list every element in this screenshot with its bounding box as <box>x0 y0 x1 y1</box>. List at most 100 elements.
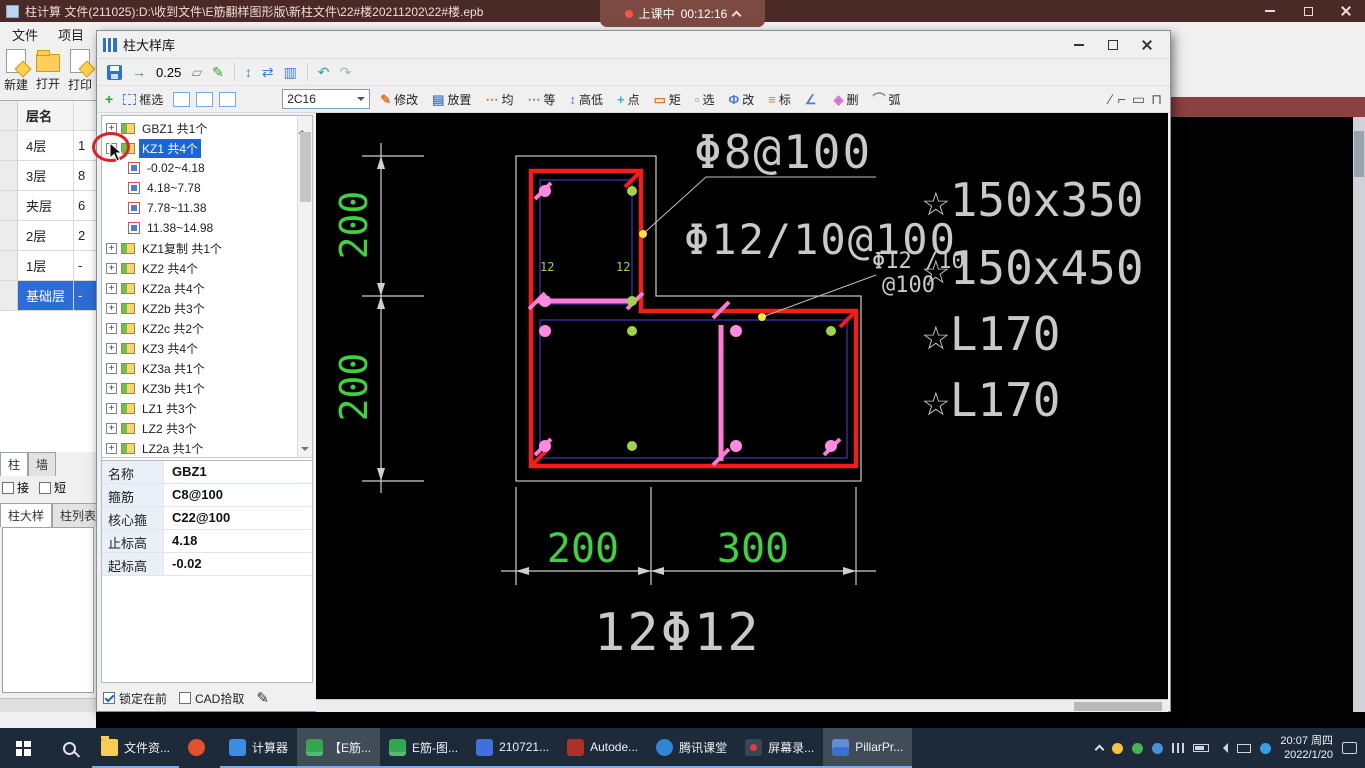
add-icon[interactable]: + <box>105 92 113 106</box>
select-mode-icon[interactable] <box>219 91 237 107</box>
sort-icon[interactable]: ↕ <box>245 65 252 79</box>
dialog-close-button[interactable] <box>1130 33 1164 57</box>
tab-column[interactable]: 柱 <box>0 452 29 476</box>
pencil-icon[interactable]: ✎ <box>256 689 269 707</box>
tree-item[interactable]: + KZ1复制 共1个 <box>102 238 312 258</box>
tree-item[interactable]: + LZ1 共3个 <box>102 398 312 418</box>
tab-wall[interactable]: 墙 <box>28 452 57 476</box>
measure-icon[interactable]: ▱ <box>191 65 202 79</box>
menu-file[interactable]: 文件 <box>12 25 38 43</box>
expand-toggle-icon[interactable]: + <box>106 422 117 434</box>
tree-item[interactable]: 4.18~7.78 <box>102 178 312 198</box>
cad-canvas[interactable]: Φ8@100 Φ12/10@100 Φ12 /10 @100 ☆150x350 … <box>316 113 1168 699</box>
floor-row-selected[interactable]: 基础层 - <box>0 281 96 311</box>
scroll-down-icon[interactable] <box>301 447 309 455</box>
speaker-icon[interactable] <box>1218 743 1229 753</box>
property-row[interactable]: 核心箍 C22@100 <box>102 507 312 530</box>
expand-toggle-icon[interactable]: + <box>106 322 117 334</box>
taskbar-app-pinned[interactable] <box>179 728 220 768</box>
select-mode-icon[interactable] <box>196 91 214 107</box>
notification-center-icon[interactable] <box>1342 742 1357 754</box>
expand-toggle-icon[interactable]: + <box>106 262 117 274</box>
checkbox-icon[interactable] <box>2 481 14 494</box>
property-row[interactable]: 名称 GBZ1 <box>102 461 312 484</box>
taskbar-app-tencent-class[interactable]: 腾讯课堂 <box>647 728 737 768</box>
tool-angle[interactable]: ∠ <box>801 91 824 108</box>
tray-app-icon[interactable] <box>1112 742 1124 754</box>
tree-item[interactable]: + KZ2a 共4个 <box>102 278 312 298</box>
battery-icon[interactable] <box>1193 744 1210 752</box>
main-vertical-scrollbar[interactable] <box>1353 117 1365 712</box>
taskbar-app-autocad[interactable]: Autode... <box>558 728 648 768</box>
microphone-icon[interactable] <box>1152 742 1164 754</box>
tree-item[interactable]: + KZ2b 共3个 <box>102 298 312 318</box>
draw-polygon-icon[interactable]: ⊓ <box>1151 92 1162 106</box>
box-select-button[interactable]: 框选 <box>119 89 167 110</box>
tree-item[interactable]: -0.02~4.18 <box>102 158 312 178</box>
tool-equal[interactable]: ⋯ 等 <box>523 89 559 110</box>
tree-item[interactable]: 11.38~14.98 <box>102 218 312 238</box>
expand-toggle-icon[interactable]: + <box>106 342 117 354</box>
tool-place[interactable]: ▤ 放置 <box>428 89 475 110</box>
class-timer-notification[interactable]: 上课中 00:12:16 <box>600 0 765 27</box>
taskbar-app-explorer[interactable]: 文件资... <box>92 728 180 768</box>
draw-polyline-icon[interactable]: ⌐ <box>1118 92 1126 106</box>
main-cad-canvas-bottom[interactable] <box>96 712 1365 728</box>
tray-app-icon[interactable] <box>1132 742 1144 754</box>
property-row[interactable]: 箍筋 C8@100 <box>102 484 312 507</box>
tool-diameter[interactable]: Φ改 <box>725 89 759 110</box>
print-button[interactable]: 打印 <box>64 44 96 98</box>
scale-value[interactable]: 0.25 <box>156 65 181 80</box>
close-button[interactable] <box>1327 0 1365 22</box>
cad-pick-checkbox[interactable]: CAD拾取 <box>179 690 244 707</box>
start-button[interactable] <box>0 728 46 768</box>
new-file-button[interactable]: 新建 <box>0 44 32 98</box>
tree-item[interactable]: + KZ2c 共2个 <box>102 318 312 338</box>
expand-toggle-icon[interactable]: + <box>106 402 117 414</box>
floor-row[interactable]: 1层 - <box>0 251 96 281</box>
taskbar-clock[interactable]: 20:07 周四 2022/1/20 <box>1280 734 1333 762</box>
tool-point[interactable]: + 点 <box>613 89 644 110</box>
tree-item[interactable]: + GBZ1 共1个 <box>102 118 312 138</box>
tree-item[interactable]: 7.78~11.38 <box>102 198 312 218</box>
tree-item[interactable]: + KZ2 共4个 <box>102 258 312 278</box>
checkbox-checked-icon[interactable] <box>103 692 115 704</box>
expand-toggle-icon[interactable]: + <box>106 282 117 294</box>
expand-toggle-icon[interactable]: + <box>106 362 117 374</box>
export-icon[interactable]: → <box>132 65 146 79</box>
tree-item[interactable]: + KZ3 共4个 <box>102 338 312 358</box>
tree-item[interactable]: + KZ3a 共1个 <box>102 358 312 378</box>
collapse-chevron-icon[interactable] <box>731 10 742 20</box>
scrollbar-thumb[interactable] <box>1354 131 1364 177</box>
tree-item[interactable]: + LZ2 共3个 <box>102 418 312 438</box>
menu-project[interactable]: 项目 <box>58 25 84 43</box>
tool-modify[interactable]: ✎ 修改 <box>376 89 422 110</box>
expand-toggle-icon[interactable]: + <box>106 302 117 314</box>
scrollbar-thumb[interactable] <box>300 132 311 202</box>
rebar-spec-combobox[interactable]: 2C16 <box>282 89 371 109</box>
open-file-button[interactable]: 打开 <box>32 44 64 98</box>
check-short[interactable]: 短 <box>39 479 66 496</box>
property-row[interactable]: 止标高 4.18 <box>102 530 312 553</box>
tree-item-selected[interactable]: -KZ1 共4个 <box>102 138 312 158</box>
checkbox-icon[interactable] <box>179 692 192 704</box>
canvas-horizontal-scrollbar[interactable] <box>316 699 1168 712</box>
taskbar-app-video[interactable]: 210721... <box>467 728 559 768</box>
taskbar-app-pillar[interactable]: PillarPr... <box>823 728 913 768</box>
taskbar-app-recorder[interactable]: 屏幕录... <box>736 728 824 768</box>
network-icon[interactable] <box>1172 743 1185 753</box>
draw-rect-icon[interactable]: ▭ <box>1132 92 1145 106</box>
save-icon[interactable] <box>107 64 122 80</box>
swap-icon[interactable]: ⇄ <box>262 65 274 79</box>
tool-arc[interactable]: ⌒ 弧 <box>869 89 905 110</box>
qq-icon[interactable] <box>1260 742 1272 754</box>
taskbar-app-calculator[interactable]: 计算器 <box>220 728 298 768</box>
floor-row[interactable]: 3层 8 <box>0 161 96 191</box>
taskbar-app-ejin-draw[interactable]: E筋-图... <box>380 728 468 768</box>
keyboard-icon[interactable] <box>1237 743 1252 753</box>
tree-item[interactable]: + KZ3b 共1个 <box>102 378 312 398</box>
expand-toggle-icon[interactable]: + <box>106 442 117 454</box>
tool-rect[interactable]: ▭ 矩 <box>650 89 685 110</box>
tool-delete[interactable]: ◈ 删 <box>829 89 862 110</box>
select-mode-icon[interactable] <box>173 91 191 107</box>
